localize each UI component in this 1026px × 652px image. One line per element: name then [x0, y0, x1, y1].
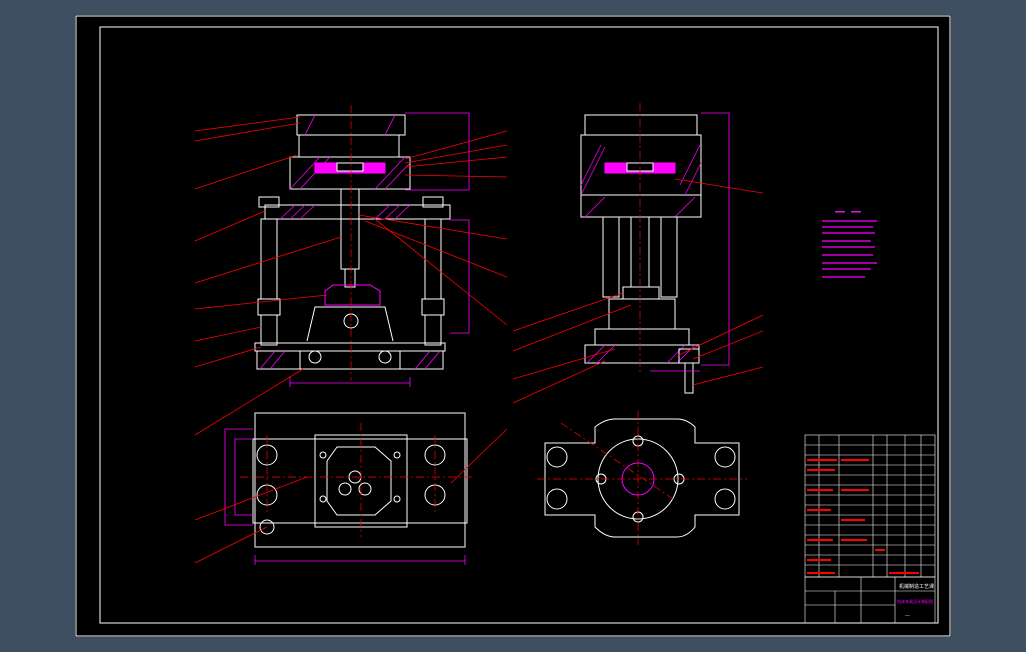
top-view-leader-lines — [194, 428, 508, 564]
title-block-sheet: —— — [905, 613, 910, 618]
cad-viewport[interactable]: 机械制造工艺课 钻床夹具设计装配图 —— — [75, 15, 951, 637]
inner-drawing-frame — [99, 26, 939, 624]
front-view — [254, 105, 451, 380]
title-block-drawing-title: 钻床夹具设计装配图 — [897, 598, 933, 604]
plate-view-centerlines — [537, 411, 747, 545]
side-view-leader-lines — [512, 178, 764, 404]
top-view-centerlines — [240, 423, 475, 537]
front-view-dimensions — [289, 112, 470, 387]
side-view — [580, 103, 702, 394]
top-view-dimensions — [224, 428, 466, 565]
title-block-school: 机械制造工艺课 — [899, 583, 934, 590]
parts-list — [804, 434, 936, 578]
technical-notes — [822, 211, 877, 278]
